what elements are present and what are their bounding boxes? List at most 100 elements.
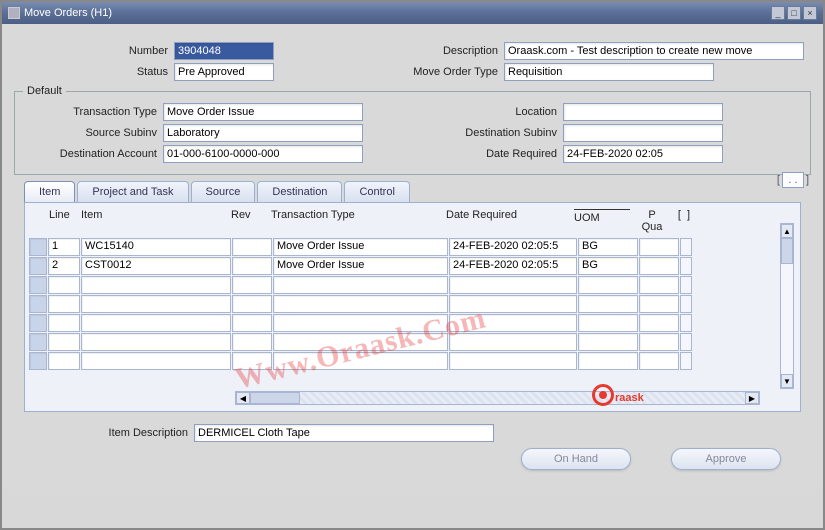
- grid-cell[interactable]: 2: [48, 257, 80, 275]
- grid-cell[interactable]: [273, 276, 448, 294]
- flexfield-button[interactable]: . .: [782, 172, 804, 188]
- row-flex-button[interactable]: [680, 352, 692, 370]
- destination-account-field[interactable]: [163, 145, 363, 163]
- grid-cell[interactable]: [48, 295, 80, 313]
- scroll-right-icon[interactable]: ▶: [745, 392, 759, 404]
- grid-cell[interactable]: [81, 276, 231, 294]
- approve-button[interactable]: Approve: [671, 448, 781, 470]
- col-item: Item: [79, 207, 229, 236]
- grid-cell[interactable]: [639, 352, 679, 370]
- grid-horizontal-scrollbar[interactable]: ◀ ▶: [235, 391, 760, 405]
- move-order-type-field[interactable]: [504, 63, 714, 81]
- destination-subinv-field[interactable]: [563, 124, 723, 142]
- grid-cell[interactable]: Move Order Issue: [273, 238, 448, 256]
- grid-cell[interactable]: BG: [578, 238, 638, 256]
- grid-cell[interactable]: [273, 333, 448, 351]
- grid-cell[interactable]: [578, 333, 638, 351]
- tab-destination[interactable]: Destination: [257, 181, 342, 202]
- minimize-button[interactable]: _: [771, 6, 785, 20]
- row-selector[interactable]: [29, 295, 47, 313]
- grid-cell[interactable]: 1: [48, 238, 80, 256]
- grid-cell[interactable]: [232, 333, 272, 351]
- lines-grid: Line Item Rev Transaction Type Date Requ…: [24, 202, 801, 412]
- grid-cell[interactable]: [639, 295, 679, 313]
- grid-cell[interactable]: [578, 352, 638, 370]
- date-required-label: Date Required: [423, 148, 563, 160]
- scroll-left-icon[interactable]: ◀: [236, 392, 250, 404]
- grid-cell[interactable]: [81, 333, 231, 351]
- grid-cell[interactable]: [449, 295, 577, 313]
- grid-cell[interactable]: [639, 333, 679, 351]
- grid-cell[interactable]: [578, 314, 638, 332]
- grid-cell[interactable]: [232, 276, 272, 294]
- row-selector[interactable]: [29, 257, 47, 275]
- row-selector[interactable]: [29, 276, 47, 294]
- item-description-field[interactable]: [194, 424, 494, 442]
- grid-cell[interactable]: [48, 352, 80, 370]
- description-label: Description: [374, 45, 504, 57]
- grid-cell[interactable]: BG: [578, 257, 638, 275]
- scroll-up-icon[interactable]: ▲: [781, 224, 793, 238]
- on-hand-button[interactable]: On Hand: [521, 448, 631, 470]
- maximize-button[interactable]: □: [787, 6, 801, 20]
- titlebar[interactable]: Move Orders (H1) _ □ ×: [2, 2, 823, 24]
- number-field[interactable]: [174, 42, 274, 60]
- grid-cell[interactable]: [639, 276, 679, 294]
- window-icon: [8, 7, 20, 19]
- row-flex-button[interactable]: [680, 257, 692, 275]
- location-field[interactable]: [563, 103, 723, 121]
- grid-cell[interactable]: [232, 238, 272, 256]
- grid-cell[interactable]: [449, 276, 577, 294]
- grid-cell[interactable]: [232, 257, 272, 275]
- scroll-thumb-h[interactable]: [250, 392, 300, 404]
- row-flex-button[interactable]: [680, 238, 692, 256]
- grid-cell[interactable]: [449, 333, 577, 351]
- default-group: Default Transaction Type Location Source…: [14, 85, 811, 175]
- grid-cell[interactable]: [273, 295, 448, 313]
- row-selector[interactable]: [29, 238, 47, 256]
- tab-item[interactable]: Item: [24, 181, 75, 202]
- grid-cell[interactable]: [449, 352, 577, 370]
- grid-cell[interactable]: [639, 314, 679, 332]
- row-flex-button[interactable]: [680, 333, 692, 351]
- grid-vertical-scrollbar[interactable]: ▲ ▼: [780, 223, 794, 389]
- grid-cell[interactable]: WC15140: [81, 238, 231, 256]
- row-flex-button[interactable]: [680, 314, 692, 332]
- grid-cell[interactable]: [48, 314, 80, 332]
- grid-cell[interactable]: [81, 352, 231, 370]
- date-required-field[interactable]: [563, 145, 723, 163]
- tab-source[interactable]: Source: [191, 181, 256, 202]
- grid-cell[interactable]: CST0012: [81, 257, 231, 275]
- grid-cell[interactable]: 24-FEB-2020 02:05:5: [449, 238, 577, 256]
- row-selector[interactable]: [29, 314, 47, 332]
- transaction-type-field[interactable]: [163, 103, 363, 121]
- grid-cell[interactable]: [273, 352, 448, 370]
- grid-cell[interactable]: [232, 352, 272, 370]
- description-field[interactable]: [504, 42, 804, 60]
- grid-cell[interactable]: [449, 314, 577, 332]
- scroll-thumb[interactable]: [781, 238, 793, 264]
- scroll-down-icon[interactable]: ▼: [781, 374, 793, 388]
- grid-cell[interactable]: [48, 276, 80, 294]
- tab-project-task[interactable]: Project and Task: [77, 181, 188, 202]
- grid-cell[interactable]: [232, 314, 272, 332]
- grid-cell[interactable]: [81, 314, 231, 332]
- close-button[interactable]: ×: [803, 6, 817, 20]
- grid-cell[interactable]: [578, 295, 638, 313]
- grid-cell[interactable]: [639, 238, 679, 256]
- grid-cell[interactable]: [81, 295, 231, 313]
- grid-cell[interactable]: Move Order Issue: [273, 257, 448, 275]
- source-subinv-field[interactable]: [163, 124, 363, 142]
- row-selector[interactable]: [29, 352, 47, 370]
- row-flex-button[interactable]: [680, 276, 692, 294]
- grid-cell[interactable]: [578, 276, 638, 294]
- row-selector[interactable]: [29, 333, 47, 351]
- grid-cell[interactable]: [232, 295, 272, 313]
- row-flex-button[interactable]: [680, 295, 692, 313]
- tab-control[interactable]: Control: [344, 181, 409, 202]
- grid-cell[interactable]: [273, 314, 448, 332]
- status-field[interactable]: [174, 63, 274, 81]
- grid-cell[interactable]: [639, 257, 679, 275]
- grid-cell[interactable]: [48, 333, 80, 351]
- grid-cell[interactable]: 24-FEB-2020 02:05:5: [449, 257, 577, 275]
